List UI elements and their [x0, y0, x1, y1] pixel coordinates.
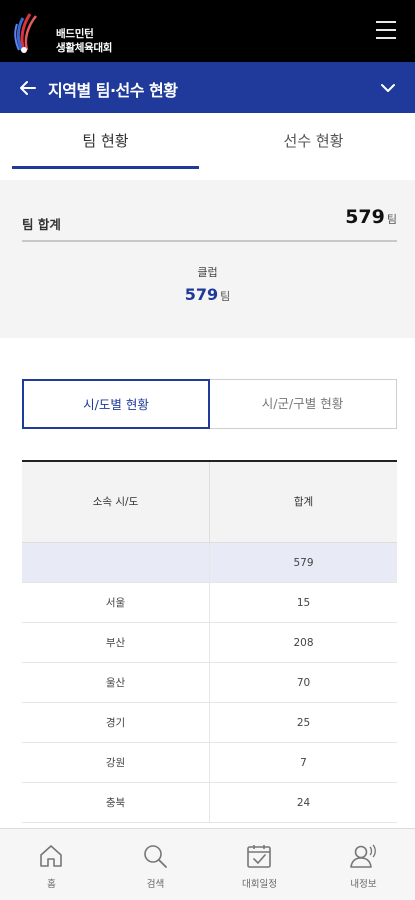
- search-icon: [144, 845, 167, 868]
- logo-line-1: 배드민턴: [56, 28, 94, 40]
- table-total-row: 579: [22, 543, 397, 583]
- table-row: 울산 70: [22, 663, 397, 703]
- district-view-button[interactable]: 시/군/구별 현황: [208, 379, 397, 429]
- region-view-toggle: 시/도별 현황 시/군/구별 현황: [22, 379, 397, 429]
- calendar-icon: [247, 845, 271, 868]
- chevron-down-icon[interactable]: [379, 79, 397, 97]
- logo-line-2: 생활체육대회: [56, 42, 113, 54]
- table-cell-total: 208: [293, 637, 314, 649]
- nav-home[interactable]: 홈: [0, 829, 103, 900]
- nav-search[interactable]: 검색: [104, 829, 207, 900]
- tab-player-status[interactable]: 선수 현황: [220, 113, 407, 171]
- table-row: 충북 24: [22, 783, 397, 823]
- table-cell-region: 충북: [22, 783, 210, 822]
- column-header-total: 합계: [293, 496, 314, 508]
- team-summary-panel: 팀 합계 579 팀 클럽 579 팀: [0, 180, 415, 338]
- top-header: 배드민턴 생활체육대회: [0, 0, 415, 62]
- badminton-logo-icon: [14, 13, 37, 53]
- column-header-region: 소속 시/도: [22, 462, 210, 542]
- bottom-navigation: 홈 검색 대회일정 내정보: [0, 828, 415, 900]
- logo-text: 배드민턴 생활체육대회: [56, 27, 112, 55]
- club-unit: 팀: [220, 290, 231, 303]
- table-cell-total: 24: [296, 797, 311, 809]
- table-cell-region: 경기: [22, 703, 210, 742]
- nav-my-info[interactable]: 내정보: [312, 829, 415, 900]
- table-cell-region: [22, 543, 210, 582]
- table-row: 경기 25: [22, 703, 397, 743]
- table-header: 소속 시/도 합계: [22, 462, 397, 543]
- team-total-row: 팀 합계 579 팀: [22, 202, 397, 242]
- nav-home-label: 홈: [47, 879, 56, 890]
- region-team-table: 소속 시/도 합계 579 서울 15 부산 208 울산 70 경기 25 강…: [22, 460, 397, 823]
- table-cell-total: 70: [296, 677, 311, 689]
- page-title-bar: 지역별 팀·선수 현황: [0, 62, 415, 113]
- app-logo[interactable]: 배드민턴 생활체육대회: [14, 10, 134, 54]
- table-row: 강원 7: [22, 743, 397, 783]
- menu-icon[interactable]: [376, 21, 396, 39]
- user-icon: [350, 844, 376, 868]
- team-total-label: 팀 합계: [22, 217, 61, 232]
- active-tab-indicator: [12, 166, 199, 169]
- table-cell-region: 부산: [22, 623, 210, 662]
- table-cell-total: 579: [293, 557, 314, 569]
- team-total-unit: 팀: [386, 213, 397, 226]
- tab-team-status[interactable]: 팀 현황: [12, 113, 199, 171]
- nav-schedule-label: 대회일정: [242, 879, 277, 890]
- table-cell-total: 25: [296, 717, 311, 729]
- tab-bar: 팀 현황 선수 현황: [0, 113, 415, 171]
- table-cell-region: 서울: [22, 583, 210, 622]
- club-value: 579 팀: [0, 285, 415, 304]
- club-label: 클럽: [197, 266, 218, 279]
- province-view-button[interactable]: 시/도별 현황: [22, 379, 210, 429]
- nav-schedule[interactable]: 대회일정: [208, 829, 311, 900]
- table-cell-total: 15: [296, 597, 311, 609]
- page-title: 지역별 팀·선수 현황: [48, 81, 178, 100]
- team-total-number: 579: [345, 206, 385, 228]
- table-cell-region: 강원: [22, 743, 210, 782]
- nav-my-info-label: 내정보: [350, 879, 377, 890]
- home-icon: [40, 845, 62, 867]
- table-cell-total: 7: [300, 757, 307, 769]
- nav-search-label: 검색: [146, 879, 165, 890]
- table-row: 부산 208: [22, 623, 397, 663]
- team-total-value: 579 팀: [345, 206, 397, 228]
- back-arrow-icon[interactable]: [18, 78, 38, 98]
- table-cell-region: 울산: [22, 663, 210, 702]
- table-row: 서울 15: [22, 583, 397, 623]
- club-number: 579: [184, 285, 219, 304]
- club-count: 클럽 579 팀: [0, 264, 415, 304]
